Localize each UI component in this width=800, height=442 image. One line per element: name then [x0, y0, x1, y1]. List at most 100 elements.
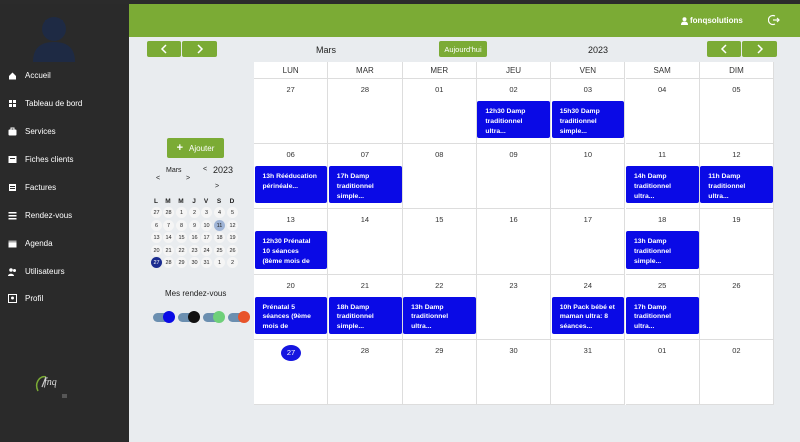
calendar-day-cell[interactable]: 10: [551, 144, 626, 210]
calendar-event[interactable]: 11h Damp traditionnel ultra...: [700, 166, 774, 204]
mini-calendar-day[interactable]: 8: [176, 220, 187, 231]
mini-calendar-day[interactable]: 14: [163, 232, 174, 243]
calendar-day-cell[interactable]: 26: [699, 274, 775, 340]
mini-calendar-day[interactable]: 12: [227, 220, 238, 231]
mini-calendar-day[interactable]: 5: [227, 207, 238, 218]
mini-calendar-day[interactable]: 10: [201, 220, 212, 231]
mini-calendar-day[interactable]: 31: [201, 257, 212, 268]
sidebar-item-factures[interactable]: Factures: [0, 177, 129, 197]
calendar-day-cell[interactable]: 02: [699, 339, 775, 405]
weekday-header: SAM: [625, 62, 700, 79]
sidebar-item-accueil[interactable]: Accueil: [0, 65, 129, 85]
mini-calendar-day[interactable]: 2: [227, 257, 238, 268]
calendar-day-cell[interactable]: 14: [328, 209, 403, 275]
mini-calendar-day[interactable]: 4: [214, 207, 225, 218]
calendar-day-cell[interactable]: 27: [254, 339, 329, 405]
calendar-event[interactable]: 14h Damp traditionnel ultra...: [626, 166, 699, 204]
day-number: 17: [583, 215, 592, 225]
sidebar-item-fiches-clients[interactable]: Fiches clients: [0, 149, 129, 169]
prev-year-button[interactable]: [707, 41, 741, 57]
mini-calendar-day[interactable]: 11: [214, 220, 225, 231]
mini-calendar-day[interactable]: 1: [214, 257, 225, 268]
calendar-day-cell[interactable]: 23: [476, 274, 552, 340]
calendar-day-cell[interactable]: 01: [402, 79, 477, 145]
today-button[interactable]: Aujourd'hui: [439, 41, 487, 57]
chevron-right-icon: [196, 44, 203, 54]
mini-calendar-day[interactable]: 6: [151, 220, 162, 231]
mini-calendar-day[interactable]: 19: [227, 232, 238, 243]
add-button[interactable]: + Ajouter: [167, 138, 224, 158]
sidebar-item-utilisateurs[interactable]: Utilisateurs: [0, 261, 129, 281]
calendar-event[interactable]: Prénatal 5 séances (9ème mois de: [254, 296, 328, 334]
mini-calendar-day[interactable]: 25: [214, 245, 225, 256]
mini-calendar-day[interactable]: 17: [201, 232, 212, 243]
sidebar-item-rendez-vous[interactable]: Rendez-vous: [0, 205, 129, 225]
mini-calendar-day[interactable]: 26: [227, 245, 238, 256]
calendar-event[interactable]: 10h Pack bébé et maman ultra: 8 séances.…: [551, 296, 625, 334]
calendar-filter-toggle[interactable]: [178, 311, 200, 323]
user-menu[interactable]: fonqsolutions: [681, 16, 743, 25]
calendar-filter-toggle[interactable]: [153, 311, 175, 323]
today-day-number: 27: [281, 344, 301, 361]
calendar-day-cell[interactable]: 27: [254, 79, 329, 145]
prev-month-button[interactable]: [147, 41, 181, 57]
mini-calendar-day[interactable]: 15: [176, 232, 187, 243]
calendar-event[interactable]: 13h Damp traditionnel ultra...: [403, 296, 476, 334]
mini-prev-year-button[interactable]: <: [203, 166, 207, 173]
calendar-day-cell[interactable]: 16: [476, 209, 552, 275]
next-year-button[interactable]: [742, 41, 777, 57]
calendar-day-cell[interactable]: 04: [625, 79, 700, 145]
calendar-day-cell[interactable]: 09: [476, 144, 552, 210]
avatar[interactable]: [31, 12, 77, 62]
mini-calendar-day[interactable]: 7: [163, 220, 174, 231]
sidebar-item-services[interactable]: Services: [0, 121, 129, 141]
mini-calendar-day[interactable]: 30: [189, 257, 200, 268]
mini-prev-month-button[interactable]: <: [156, 175, 160, 182]
calendar-event[interactable]: 17h Damp traditionnel ultra...: [626, 296, 699, 334]
mini-calendar-day[interactable]: 3: [201, 207, 212, 218]
calendar-event[interactable]: 15h30 Damp traditionnel simple...: [551, 101, 625, 139]
calendar-event[interactable]: 13h Rééducation périnéale...: [254, 166, 328, 204]
calendar-filter-toggle[interactable]: [228, 311, 250, 323]
calendar-day-cell[interactable]: 28: [328, 79, 403, 145]
mini-calendar-day[interactable]: 21: [163, 245, 174, 256]
mini-calendar-day[interactable]: 27: [151, 257, 162, 268]
calendar-day-cell[interactable]: 29: [402, 339, 477, 405]
mini-next-month-button[interactable]: >: [186, 175, 190, 182]
calendar-day-cell[interactable]: 17: [551, 209, 626, 275]
sidebar-item-tableau-de-bord[interactable]: Tableau de bord: [0, 93, 129, 113]
calendar-event[interactable]: 12h30 Damp traditionnel ultra...: [477, 101, 551, 139]
calendar-day-cell[interactable]: 30: [476, 339, 552, 405]
mini-calendar-day[interactable]: 23: [189, 245, 200, 256]
mini-calendar-day[interactable]: 22: [176, 245, 187, 256]
mini-calendar-day[interactable]: 13: [151, 232, 162, 243]
mini-calendar-day[interactable]: 9: [189, 220, 200, 231]
mini-calendar-day[interactable]: 1: [176, 207, 187, 218]
mini-calendar-day[interactable]: 18: [214, 232, 225, 243]
mini-calendar-day[interactable]: 28: [163, 257, 174, 268]
mini-calendar-day[interactable]: 20: [151, 245, 162, 256]
calendar-day-cell[interactable]: 31: [551, 339, 626, 405]
mini-calendar-day[interactable]: 28: [163, 207, 174, 218]
calendar-day-cell[interactable]: 15: [402, 209, 477, 275]
calendar-filter-toggle[interactable]: [203, 311, 225, 323]
calendar-day-cell[interactable]: 19: [699, 209, 775, 275]
calendar-event[interactable]: 12h30 Prénatal 10 séances (8ème mois de: [254, 231, 328, 269]
mini-calendar-day[interactable]: 2: [189, 207, 200, 218]
next-month-button[interactable]: [182, 41, 217, 57]
calendar-day-cell[interactable]: 05: [699, 79, 775, 145]
mini-next-year-button[interactable]: >: [215, 183, 219, 190]
calendar-event[interactable]: 13h Damp traditionnel simple...: [626, 231, 699, 269]
mini-calendar-day[interactable]: 29: [176, 257, 187, 268]
mini-calendar-day[interactable]: 27: [151, 207, 162, 218]
mini-calendar-day[interactable]: 16: [189, 232, 200, 243]
calendar-day-cell[interactable]: 28: [328, 339, 403, 405]
sidebar-item-agenda[interactable]: Agenda: [0, 233, 129, 253]
calendar-day-cell[interactable]: 08: [402, 144, 477, 210]
mini-calendar-day[interactable]: 24: [201, 245, 212, 256]
sidebar-item-profil[interactable]: Profil: [0, 288, 129, 308]
calendar-event[interactable]: 17h Damp traditionnel simple...: [328, 166, 402, 204]
logout-icon[interactable]: [768, 14, 780, 26]
calendar-day-cell[interactable]: 01: [625, 339, 700, 405]
calendar-event[interactable]: 18h Damp traditionnel simple...: [328, 296, 402, 334]
